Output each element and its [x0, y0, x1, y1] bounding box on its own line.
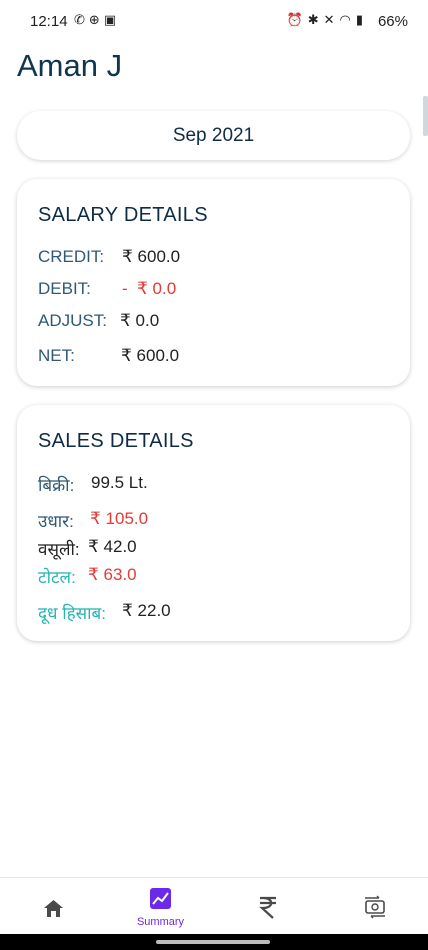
notification-icons: ✆⊕▣ [74, 12, 120, 28]
sales-details-card: SALES DETAILS बिक्री: 99.5 Lt. उधार: ₹ 1… [17, 405, 410, 641]
nav-summary[interactable]: Summary [107, 878, 214, 935]
udhar-label: उधार: [38, 512, 74, 531]
nav-payment[interactable] [214, 878, 321, 935]
page-title: Aman J [17, 48, 123, 83]
game-icon: ⊕ [88, 12, 104, 27]
bikri-value: 99.5 Lt. [91, 473, 148, 492]
total-value: ₹ 63.0 [88, 565, 137, 584]
salary-details-card: SALARY DETAILS CREDIT: ₹ 600.0 DEBIT: - … [17, 179, 410, 386]
scroll-indicator [423, 96, 428, 136]
debit-row: DEBIT: - ₹ 0.0 [38, 279, 176, 299]
nav-summary-label: Summary [136, 916, 185, 928]
home-gesture-handle[interactable] [156, 940, 270, 944]
udhar-row: उधार: ₹ 105.0 [38, 509, 148, 532]
signal-icon: ▮ [355, 12, 368, 27]
credit-label: CREDIT: [38, 247, 105, 266]
mute-icon: ✕ [323, 12, 340, 27]
sales-title: SALES DETAILS [38, 430, 194, 452]
net-value: ₹ 600.0 [121, 346, 180, 365]
month-selector-button[interactable]: Sep 2021 [17, 111, 410, 160]
nav-home[interactable] [0, 878, 107, 935]
rupee-icon [259, 896, 276, 919]
vasooli-value: ₹ 42.0 [88, 537, 137, 556]
salary-title: SALARY DETAILS [38, 204, 208, 226]
debit-label: DEBIT: [38, 279, 91, 298]
total-row: टोटल: ₹ 63.0 [38, 565, 137, 588]
bikri-label: बिक्री: [38, 476, 75, 495]
credit-value: ₹ 600.0 [122, 247, 181, 266]
vasooli-label: वसूली: [38, 540, 80, 559]
status-bar: 12:14 ✆⊕▣ ⏰✱✕◠▮ 66% [0, 0, 428, 44]
home-icon [44, 900, 63, 917]
adjust-value: ₹ 0.0 [120, 311, 160, 330]
debit-minus: - [122, 279, 128, 298]
money-exchange-icon [365, 895, 385, 919]
milk-label: दूध हिसाब: [38, 604, 106, 623]
net-label: NET: [38, 346, 75, 365]
vasooli-row: वसूली: ₹ 42.0 [38, 537, 137, 560]
nav-transactions[interactable] [321, 878, 428, 935]
wifi-icon: ◠ [339, 12, 356, 27]
summary-chart-icon [150, 888, 171, 909]
status-time: 12:14 [30, 13, 68, 30]
bottom-navigation: Summary [0, 877, 428, 935]
bikri-row: बिक्री: 99.5 Lt. [38, 473, 148, 496]
alarm-icon: ⏰ [286, 12, 308, 27]
milk-value: ₹ 22.0 [122, 601, 171, 620]
net-row: NET: ₹ 600.0 [38, 346, 179, 366]
system-navigation-bar [0, 934, 428, 950]
adjust-row: ADJUST: ₹ 0.0 [38, 311, 159, 331]
adjust-label: ADJUST: [38, 311, 107, 330]
bluetooth-icon: ✱ [307, 12, 324, 27]
udhar-value: ₹ 105.0 [90, 509, 149, 528]
credit-row: CREDIT: ₹ 600.0 [38, 247, 180, 267]
total-label: टोटल: [38, 568, 76, 587]
whatsapp-icon: ✆ [74, 12, 89, 27]
system-icons: ⏰✱✕◠▮ [287, 12, 369, 28]
battery-level: 66% [377, 13, 408, 30]
month-label: Sep 2021 [172, 124, 255, 146]
debit-value: ₹ 0.0 [137, 279, 177, 298]
app-icon: ▣ [103, 12, 121, 27]
milk-row: दूध हिसाब: ₹ 22.0 [38, 601, 171, 624]
